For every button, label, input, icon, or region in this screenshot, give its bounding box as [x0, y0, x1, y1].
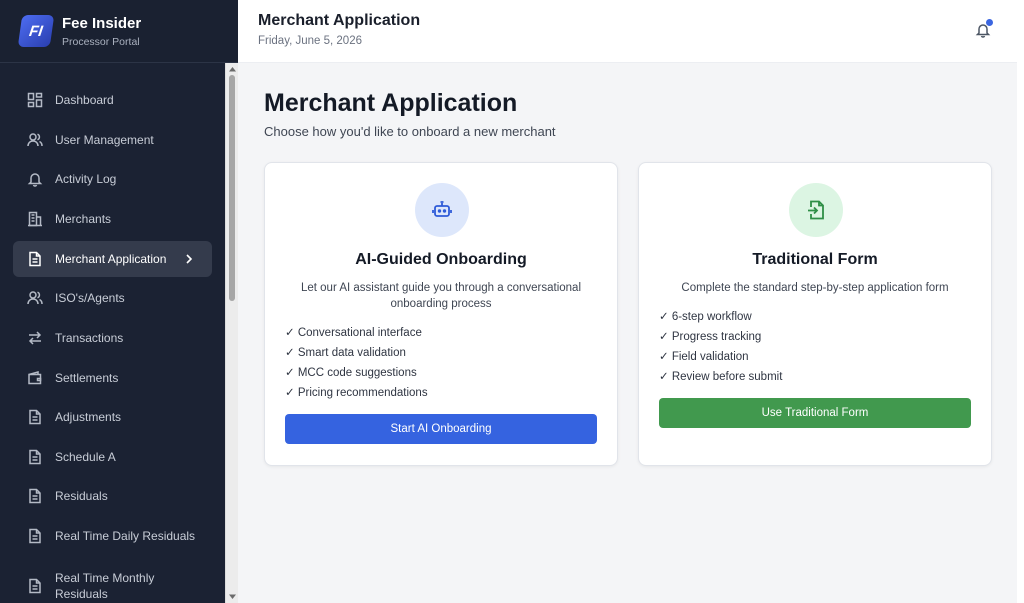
sidebar-item-isos-agents[interactable]: ISO's/Agents [13, 280, 212, 316]
dashboard-icon [27, 92, 43, 108]
building-icon [27, 211, 43, 227]
document-icon [27, 578, 43, 594]
logo: FI [17, 15, 55, 47]
sidebar-item-schedule-a[interactable]: Schedule A [13, 439, 212, 475]
sidebar-item-label: Residuals [55, 489, 108, 503]
sidebar-item-label: User Management [55, 133, 154, 147]
brand-subtitle: Processor Portal [62, 35, 140, 48]
sidebar-item-label: Real Time Monthly Residuals [55, 571, 155, 601]
card-title: AI-Guided Onboarding [355, 251, 527, 268]
sidebar-item-merchant-application[interactable]: Merchant Application [13, 241, 212, 277]
sidebar-item-adjustments[interactable]: Adjustments [13, 399, 212, 435]
header-title: Merchant Application [258, 12, 421, 29]
sidebar-item-real-time-daily-residuals[interactable]: Real Time Daily Residuals [13, 518, 212, 554]
card-title: Traditional Form [752, 251, 878, 268]
ai-onboarding-card[interactable]: AI-Guided Onboarding Let our AI assistan… [264, 162, 618, 466]
bell-icon [27, 171, 43, 187]
file-import-icon [789, 183, 843, 237]
sidebar-item-dashboard[interactable]: Dashboard [13, 82, 212, 118]
page-subtitle: Choose how you'd like to onboard a new m… [264, 124, 556, 139]
document-icon [27, 251, 43, 267]
sidebar-scrollbar[interactable] [225, 63, 238, 603]
sidebar-item-residuals[interactable]: Residuals [13, 478, 212, 514]
feature-item: ✓ 6-step workflow [659, 311, 752, 323]
users-icon [27, 290, 43, 306]
feature-item: ✓ Field validation [659, 351, 749, 363]
brand[interactable]: FI Fee Insider Processor Portal [0, 0, 238, 63]
robot-icon [415, 183, 469, 237]
sidebar-item-label: ISO's/Agents [55, 291, 125, 305]
chevron-right-icon [182, 252, 196, 266]
brand-name: Fee Insider [62, 14, 142, 32]
traditional-form-card[interactable]: Traditional Form Complete the standard s… [638, 162, 992, 466]
feature-item: ✓ Review before submit [659, 371, 783, 383]
top-header: Merchant Application Friday, June 5, 202… [238, 0, 1024, 63]
sidebar-item-label: Real Time Daily Residuals [55, 529, 196, 543]
card-description: Complete the standard step-by-step appli… [681, 282, 949, 294]
sidebar: FI Fee Insider Processor Portal Dashboar… [0, 0, 238, 603]
feature-item: ✓ Pricing recommendations [285, 387, 428, 399]
page-title: Merchant Application [264, 89, 518, 117]
wallet-icon [27, 370, 43, 386]
document-icon [27, 528, 43, 544]
document-icon [27, 488, 43, 504]
sidebar-nav: Dashboard User Management Activity Log M… [0, 63, 225, 603]
feature-item: ✓ Progress tracking [659, 331, 762, 343]
sidebar-item-label: Merchants [55, 212, 112, 226]
sidebar-item-label: Adjustments [55, 410, 122, 424]
feature-item: ✓ MCC code suggestions [285, 367, 417, 379]
sidebar-item-settlements[interactable]: Settlements [13, 360, 212, 396]
feature-list: ✓ 6-step workflow ✓ Progress tracking ✓ … [659, 310, 782, 390]
sidebar-item-label: Settlements [55, 371, 119, 385]
document-icon [27, 409, 43, 425]
sidebar-item-user-management[interactable]: User Management [13, 122, 212, 158]
sidebar-item-label: Transactions [55, 331, 124, 345]
header-date: Friday, June 5, 2026 [258, 35, 362, 47]
scroll-up-arrow-icon[interactable] [228, 65, 237, 73]
feature-item: ✓ Conversational interface [285, 327, 422, 339]
sidebar-item-real-time-monthly-residuals[interactable]: Real Time Monthly Residuals [13, 565, 212, 603]
sidebar-item-label: Dashboard [55, 93, 114, 107]
feature-item: ✓ Smart data validation [285, 347, 406, 359]
sidebar-item-label: Activity Log [55, 172, 117, 186]
sidebar-item-label: Schedule A [55, 450, 116, 464]
scroll-thumb[interactable] [229, 75, 235, 301]
users-icon [27, 132, 43, 148]
sidebar-item-transactions[interactable]: Transactions [13, 320, 212, 356]
sidebar-item-label: Merchant Application [55, 252, 167, 266]
page-scroll-track [1017, 0, 1024, 603]
start-ai-onboarding-button[interactable]: Start AI Onboarding [285, 414, 597, 444]
sidebar-item-merchants[interactable]: Merchants [13, 201, 212, 237]
notification-dot [986, 19, 993, 26]
scroll-down-arrow-icon[interactable] [228, 593, 237, 601]
use-traditional-form-button[interactable]: Use Traditional Form [659, 398, 971, 428]
arrows-icon [27, 330, 43, 346]
feature-list: ✓ Conversational interface ✓ Smart data … [285, 326, 428, 406]
document-icon [27, 449, 43, 465]
sidebar-item-activity-log[interactable]: Activity Log [13, 161, 212, 197]
card-description: Let our AI assistant guide you through a… [300, 282, 581, 310]
